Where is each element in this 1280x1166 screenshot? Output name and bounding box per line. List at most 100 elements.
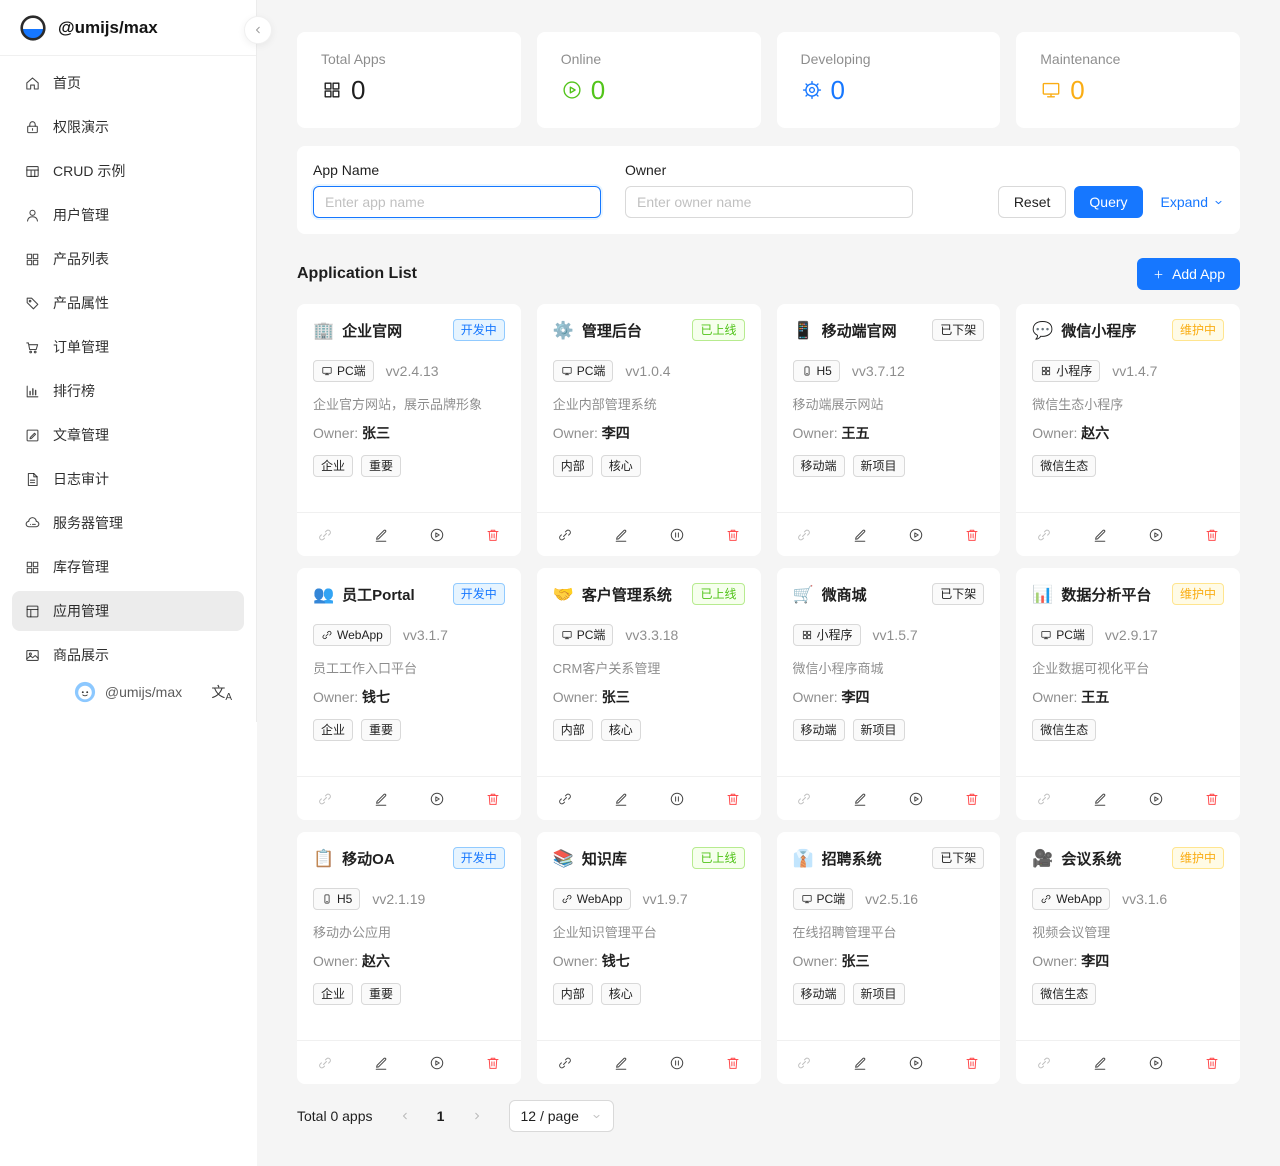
app-name: 知识库 (582, 848, 627, 869)
delete-action-icon[interactable] (465, 527, 521, 543)
sidebar-item-14[interactable]: 商品展示 (12, 635, 244, 675)
page-number[interactable]: 1 (425, 1100, 457, 1132)
link-action-icon[interactable] (777, 791, 833, 807)
sidebar-item-11[interactable]: 服务器管理 (12, 503, 244, 543)
link-action-icon[interactable] (297, 1055, 353, 1071)
link-action-icon[interactable] (1016, 791, 1072, 807)
edit-action-icon[interactable] (593, 527, 649, 543)
sidebar-item-3[interactable]: CRUD 示例 (12, 151, 244, 191)
sidebar-item-10[interactable]: 日志审计 (12, 459, 244, 499)
cart-icon (24, 339, 41, 356)
sidebar-item-8[interactable]: 排行榜 (12, 371, 244, 411)
play-action-icon[interactable] (1128, 1055, 1184, 1071)
app-owner: Owner: 王五 (793, 423, 985, 443)
stat-label: Total Apps (321, 51, 497, 67)
sidebar-item-12[interactable]: 库存管理 (12, 547, 244, 587)
cloud-server-icon (24, 515, 41, 532)
play-action-icon[interactable] (888, 527, 944, 543)
sidebar-item-4[interactable]: 用户管理 (12, 195, 244, 235)
app-tags: 移动端新项目 (793, 719, 985, 741)
play-action-icon[interactable] (888, 1055, 944, 1071)
link-action-icon[interactable] (297, 527, 353, 543)
app-tag: 移动端 (793, 455, 845, 477)
edit-action-icon[interactable] (1072, 791, 1128, 807)
sidebar-item-label: 用户管理 (53, 205, 109, 225)
page-size-select[interactable]: 12 / page (509, 1100, 614, 1132)
appstore-icon (321, 79, 343, 101)
sidebar-collapse-button[interactable] (244, 16, 272, 44)
reset-button[interactable]: Reset (998, 186, 1067, 218)
pause-action-icon[interactable] (649, 791, 705, 807)
play-action-icon[interactable] (888, 791, 944, 807)
link-action-icon[interactable] (537, 1055, 593, 1071)
platform-tag: PC端 (793, 888, 854, 910)
delete-action-icon[interactable] (944, 527, 1000, 543)
app-name-input[interactable] (313, 186, 601, 218)
edit-action-icon[interactable] (1072, 527, 1128, 543)
app-tags: 移动端新项目 (793, 983, 985, 1005)
avatar[interactable] (74, 681, 96, 703)
owner-input[interactable] (625, 186, 913, 218)
logo[interactable]: @umijs/max (12, 0, 244, 55)
expand-button[interactable]: Expand (1161, 194, 1224, 210)
sidebar-item-1[interactable]: 首页 (12, 63, 244, 103)
link-action-icon[interactable] (777, 1055, 833, 1071)
play-action-icon[interactable] (1128, 527, 1184, 543)
edit-action-icon[interactable] (832, 527, 888, 543)
edit-action-icon[interactable] (832, 791, 888, 807)
play-action-icon[interactable] (1128, 791, 1184, 807)
owner-label: Owner (625, 162, 913, 178)
link-action-icon[interactable] (777, 527, 833, 543)
sidebar-item-7[interactable]: 订单管理 (12, 327, 244, 367)
link-action-icon[interactable] (537, 527, 593, 543)
delete-action-icon[interactable] (465, 1055, 521, 1071)
sidebar-item-label: 产品属性 (53, 293, 109, 313)
sidebar-item-13[interactable]: 应用管理 (12, 591, 244, 631)
delete-action-icon[interactable] (1184, 1055, 1240, 1071)
edit-action-icon[interactable] (593, 791, 649, 807)
delete-action-icon[interactable] (705, 791, 761, 807)
delete-action-icon[interactable] (944, 791, 1000, 807)
play-action-icon[interactable] (409, 1055, 465, 1071)
delete-action-icon[interactable] (1184, 791, 1240, 807)
pause-action-icon[interactable] (649, 1055, 705, 1071)
delete-action-icon[interactable] (1184, 527, 1240, 543)
play-action-icon[interactable] (409, 527, 465, 543)
app-emoji-icon: 📊 (1032, 586, 1053, 603)
pause-action-icon[interactable] (649, 527, 705, 543)
app-tags: 移动端新项目 (793, 455, 985, 477)
app-tag: 移动端 (793, 983, 845, 1005)
home-icon (24, 75, 41, 92)
miniapp-icon (1040, 365, 1052, 377)
link-action-icon[interactable] (537, 791, 593, 807)
app-tag: 重要 (361, 455, 401, 477)
sidebar-item-5[interactable]: 产品列表 (12, 239, 244, 279)
app-name: 数据分析平台 (1061, 584, 1151, 605)
edit-action-icon[interactable] (832, 1055, 888, 1071)
edit-action-icon[interactable] (353, 527, 409, 543)
app-description: 企业知识管理平台 (553, 922, 745, 941)
edit-action-icon[interactable] (593, 1055, 649, 1071)
add-app-button[interactable]: Add App (1137, 258, 1240, 290)
prev-page-button[interactable] (389, 1100, 421, 1132)
delete-action-icon[interactable] (705, 527, 761, 543)
edit-action-icon[interactable] (353, 1055, 409, 1071)
edit-action-icon[interactable] (353, 791, 409, 807)
delete-action-icon[interactable] (944, 1055, 1000, 1071)
delete-action-icon[interactable] (465, 791, 521, 807)
platform-tag: PC端 (313, 360, 374, 382)
query-button[interactable]: Query (1074, 186, 1142, 218)
edit-action-icon[interactable] (1072, 1055, 1128, 1071)
link-action-icon[interactable] (297, 791, 353, 807)
link-action-icon[interactable] (1016, 1055, 1072, 1071)
app-name: 招聘系统 (822, 848, 882, 869)
delete-action-icon[interactable] (705, 1055, 761, 1071)
play-action-icon[interactable] (409, 791, 465, 807)
translate-icon[interactable]: 文A (211, 682, 232, 703)
sidebar-item-6[interactable]: 产品属性 (12, 283, 244, 323)
next-page-button[interactable] (461, 1100, 493, 1132)
sidebar-item-2[interactable]: 权限演示 (12, 107, 244, 147)
sidebar-item-9[interactable]: 文章管理 (12, 415, 244, 455)
link-action-icon[interactable] (1016, 527, 1072, 543)
app-card: 👥员工Portal开发中WebAppvv3.1.7员工工作入口平台Owner: … (297, 568, 521, 820)
